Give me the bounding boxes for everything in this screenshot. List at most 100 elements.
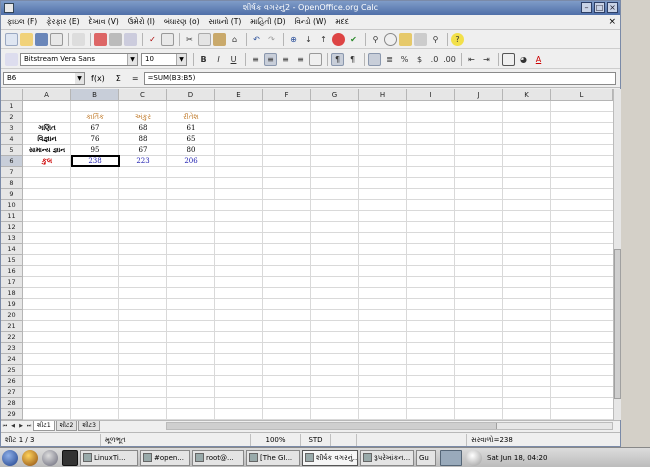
- start-menu-icon[interactable]: [2, 449, 18, 466]
- chevron-down-icon[interactable]: ▼: [75, 73, 84, 84]
- cell-a3[interactable]: ગણિત: [23, 123, 71, 133]
- print-icon[interactable]: [109, 33, 122, 46]
- function-icon[interactable]: =: [132, 74, 139, 83]
- column-header-f[interactable]: F: [263, 89, 311, 101]
- row-header-9[interactable]: 9: [1, 189, 23, 200]
- row-header-27[interactable]: 27: [1, 387, 23, 398]
- task-button[interactable]: #open...: [140, 449, 190, 466]
- open-folder-icon[interactable]: [20, 33, 33, 46]
- network-icon[interactable]: [466, 449, 482, 466]
- task-button[interactable]: રૂપરેખાંકન...: [360, 449, 414, 466]
- formula-input[interactable]: =SUM(B3:B5): [143, 72, 616, 85]
- row-header-16[interactable]: 16: [1, 266, 23, 277]
- underline-icon[interactable]: U: [227, 53, 240, 66]
- sheet-tab-3[interactable]: શીટ3: [78, 421, 100, 431]
- currency-icon[interactable]: ≣: [383, 53, 396, 66]
- cell-d4[interactable]: 65: [167, 134, 215, 144]
- row-header-5[interactable]: 5: [1, 145, 23, 156]
- background-color-icon[interactable]: ◕: [517, 53, 530, 66]
- align-left-icon[interactable]: ≡: [249, 53, 262, 66]
- row-header-3[interactable]: 3: [1, 123, 23, 134]
- delete-decimal-icon[interactable]: .00: [443, 53, 456, 66]
- clone-format-icon[interactable]: ⌂: [228, 33, 241, 46]
- horizontal-scroll-thumb[interactable]: [167, 423, 497, 429]
- row-header-17[interactable]: 17: [1, 277, 23, 288]
- column-header-g[interactable]: G: [311, 89, 359, 101]
- redo-icon[interactable]: ↷: [265, 33, 278, 46]
- menu-file[interactable]: ફાઇલ (F): [4, 17, 43, 27]
- add-decimal-icon[interactable]: .0: [428, 53, 441, 66]
- chart-icon[interactable]: [332, 33, 345, 46]
- hyperlink-icon[interactable]: ⊕: [287, 33, 300, 46]
- cell-c2[interactable]: અંકુર: [119, 112, 167, 122]
- close-icon[interactable]: ×: [607, 2, 618, 13]
- undo-icon[interactable]: ↶: [250, 33, 263, 46]
- row-header-29[interactable]: 29: [1, 409, 23, 420]
- standard-format-icon[interactable]: $: [413, 53, 426, 66]
- zoom-icon[interactable]: ⚲: [429, 33, 442, 46]
- align-center-icon[interactable]: ≡: [264, 52, 277, 66]
- column-header-b[interactable]: B: [71, 89, 119, 101]
- ltr-icon[interactable]: ¶: [331, 52, 344, 66]
- gallery-icon[interactable]: [399, 33, 412, 46]
- paste-icon[interactable]: [213, 33, 226, 46]
- sort-ascending-icon[interactable]: ↓: [302, 33, 315, 46]
- align-right-icon[interactable]: ≡: [279, 53, 292, 66]
- percent-icon[interactable]: %: [398, 53, 411, 66]
- spreadsheet-grid[interactable]: A B C D E F G H I J K L 1 2 3 4 5 6 7 8 9 10 11 12 1…: [1, 89, 613, 420]
- page-preview-icon[interactable]: [124, 33, 137, 46]
- row-header-10[interactable]: 10: [1, 200, 23, 211]
- row-header-7[interactable]: 7: [1, 167, 23, 178]
- cell-b4[interactable]: 76: [71, 134, 119, 144]
- menu-window[interactable]: વિન્ડો (W): [292, 17, 333, 27]
- status-zoom[interactable]: 100%: [251, 433, 301, 446]
- datasources-icon[interactable]: [414, 33, 427, 46]
- column-header-j[interactable]: J: [455, 89, 503, 101]
- last-sheet-icon[interactable]: ⏭: [25, 422, 33, 431]
- cell-c4[interactable]: 88: [119, 134, 167, 144]
- column-header-e[interactable]: E: [215, 89, 263, 101]
- cell-a4[interactable]: વિજ્ઞાન: [23, 134, 71, 144]
- row-header-21[interactable]: 21: [1, 321, 23, 332]
- row-header-2[interactable]: 2: [1, 112, 23, 123]
- sum-icon[interactable]: Σ: [116, 74, 121, 83]
- row-header-23[interactable]: 23: [1, 343, 23, 354]
- horizontal-scrollbar[interactable]: [166, 422, 613, 430]
- cell-d6[interactable]: 206: [167, 156, 215, 166]
- name-box[interactable]: B6 ▼: [3, 72, 85, 85]
- task-button[interactable]: LinuxTi...: [80, 449, 138, 466]
- sheet-tab-1[interactable]: શીટ1: [33, 421, 55, 431]
- row-header-25[interactable]: 25: [1, 365, 23, 376]
- cell-b5[interactable]: 95: [71, 145, 119, 155]
- check-icon[interactable]: ✔: [347, 33, 360, 46]
- row-header-28[interactable]: 28: [1, 398, 23, 409]
- select-all-corner[interactable]: [1, 89, 23, 101]
- cell-c5[interactable]: 67: [119, 145, 167, 155]
- cell-a6[interactable]: કુલ: [23, 156, 71, 166]
- cell-d5[interactable]: 80: [167, 145, 215, 155]
- chevron-down-icon[interactable]: ▼: [176, 53, 186, 65]
- increase-indent-icon[interactable]: ⇥: [480, 53, 493, 66]
- copy-icon[interactable]: [198, 33, 211, 46]
- web-browser-icon[interactable]: [22, 449, 38, 466]
- terminal-icon[interactable]: [62, 449, 78, 466]
- settings-icon[interactable]: [42, 449, 58, 466]
- row-header-13[interactable]: 13: [1, 233, 23, 244]
- column-header-a[interactable]: A: [23, 89, 71, 101]
- font-color-icon[interactable]: A: [532, 53, 545, 66]
- cell-c3[interactable]: 68: [119, 123, 167, 133]
- task-button[interactable]: [The GI...: [246, 449, 300, 466]
- menu-format[interactable]: બંધારણ (o): [161, 17, 206, 27]
- vertical-scrollbar[interactable]: [613, 89, 621, 420]
- autospell-icon[interactable]: [161, 33, 174, 46]
- row-header-14[interactable]: 14: [1, 244, 23, 255]
- find-icon[interactable]: ⚲: [369, 33, 382, 46]
- row-header-24[interactable]: 24: [1, 354, 23, 365]
- cell-b3[interactable]: 67: [71, 123, 119, 133]
- next-sheet-icon[interactable]: ▶: [17, 422, 25, 431]
- merge-cells-icon[interactable]: [309, 52, 322, 66]
- wrap-text-icon[interactable]: [368, 52, 381, 66]
- app-icon[interactable]: [4, 3, 14, 13]
- rtl-icon[interactable]: ¶: [346, 53, 359, 66]
- new-doc-icon[interactable]: [5, 33, 18, 46]
